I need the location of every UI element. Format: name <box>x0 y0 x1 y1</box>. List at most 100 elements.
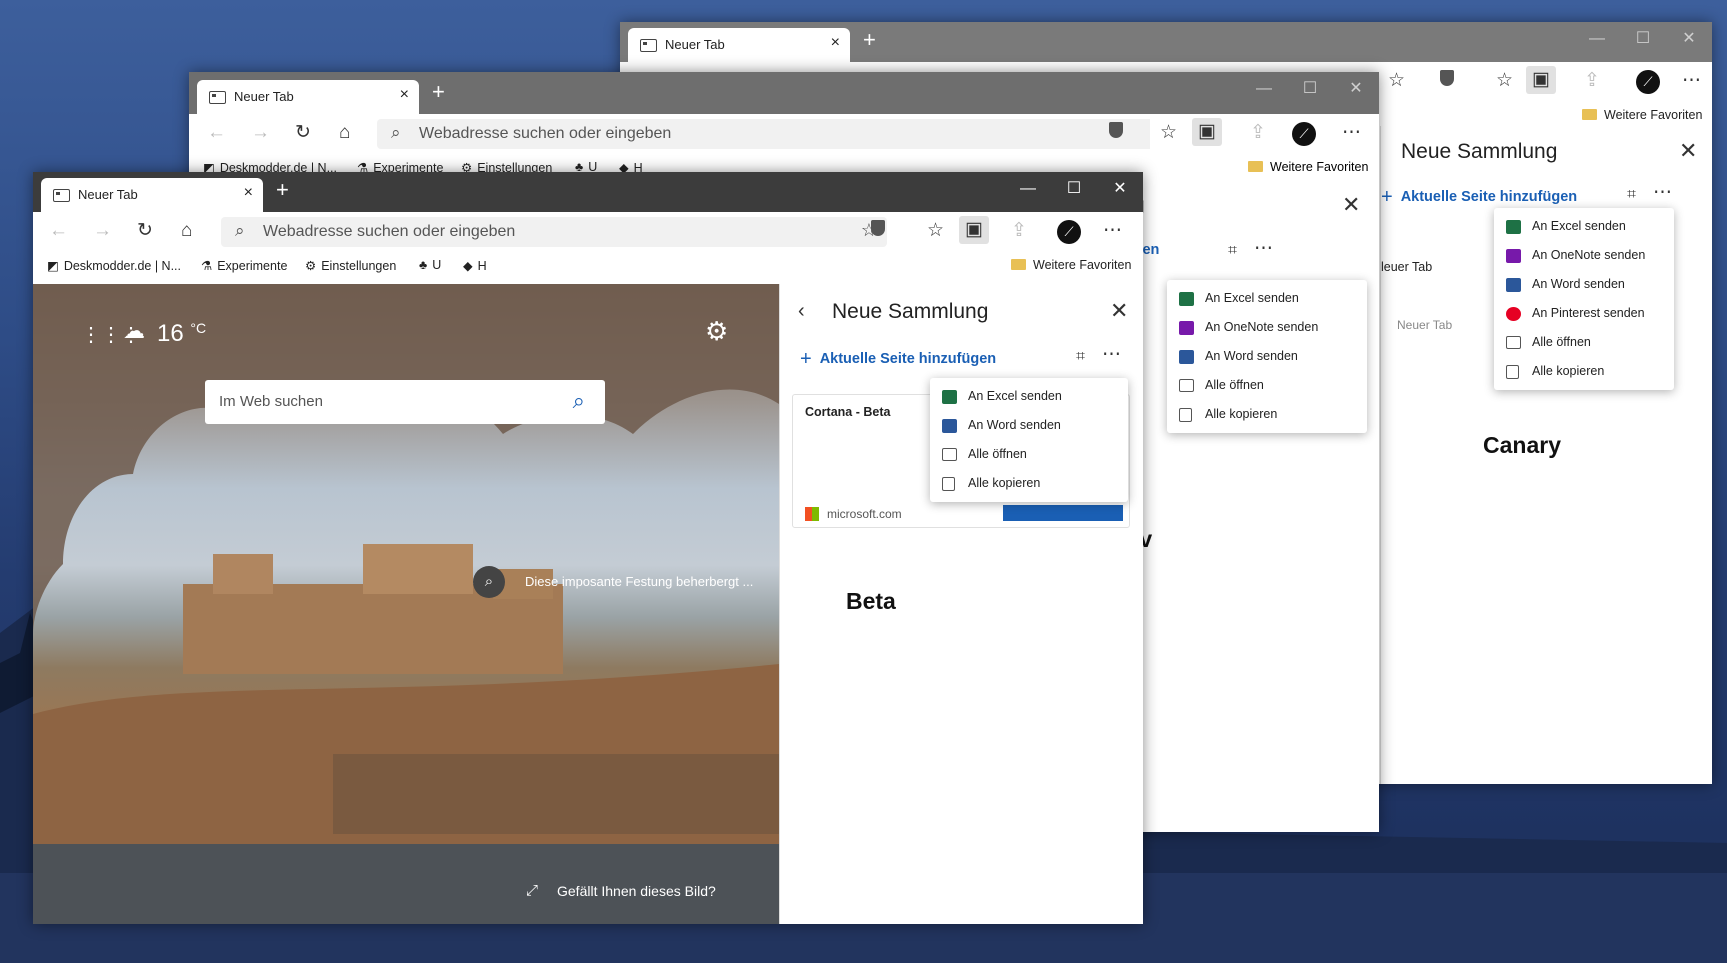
close-panel-icon[interactable]: ✕ <box>1342 192 1360 218</box>
menu-copy-all[interactable]: Alle kopieren <box>930 469 1128 498</box>
image-caption[interactable]: Diese imposante Festung beherbergt ... <box>525 574 753 589</box>
maximize-button[interactable]: ☐ <box>1620 22 1666 56</box>
search-icon[interactable]: ⌕ <box>573 388 585 414</box>
fav-deskmodder[interactable]: ◩ Deskmodder.de | N... <box>47 258 181 273</box>
menu-send-to-excel[interactable]: An Excel senden <box>930 382 1128 411</box>
profile-avatar[interactable]: ⟋ <box>1292 122 1316 146</box>
new-tab-button[interactable]: + <box>432 79 445 105</box>
tab-neuer-tab[interactable]: Neuer Tab × <box>41 178 263 212</box>
add-current-page-button[interactable]: + Aktuelle Seite hinzufügen <box>800 348 996 371</box>
forward-icon[interactable]: → <box>93 220 112 242</box>
menu-send-to-excel[interactable]: An Excel senden <box>1167 284 1367 313</box>
favorites-bar: ◩ Deskmodder.de | N... ⚗ Experimente ⚙ Eins… <box>33 252 1143 280</box>
menu-send-to-word[interactable]: An Word senden <box>930 411 1128 440</box>
beta-more-menu: An Excel senden An Word senden Alle öffn… <box>930 378 1128 502</box>
refresh-icon[interactable]: ↻ <box>137 220 153 242</box>
ublock-extension-icon[interactable] <box>1109 122 1123 144</box>
maximize-button[interactable]: ☐ <box>1287 72 1333 106</box>
favorite-star-icon[interactable]: ☆ <box>1388 70 1405 92</box>
maximize-button[interactable]: ☐ <box>1051 172 1097 206</box>
collections-button[interactable]: ▣ <box>1526 66 1556 94</box>
close-panel-icon[interactable]: ✕ <box>1679 138 1697 164</box>
fav-weitere-favoriten[interactable]: Weitere Favoriten <box>1011 258 1131 272</box>
share-icon[interactable]: ⇪ <box>1011 220 1027 242</box>
close-window-button[interactable]: ✕ <box>1097 172 1143 206</box>
share-icon[interactable]: ⇪ <box>1584 70 1600 92</box>
more-menu-icon[interactable]: ⋯ <box>1682 70 1701 92</box>
menu-send-to-word[interactable]: An Word senden <box>1167 342 1367 371</box>
fav-weitere-favoriten[interactable]: Weitere Favoriten <box>1582 108 1702 122</box>
more-menu-icon[interactable]: ⋯ <box>1103 220 1122 242</box>
menu-send-to-excel[interactable]: An Excel senden <box>1494 212 1674 241</box>
close-panel-icon[interactable]: ✕ <box>1110 298 1128 324</box>
close-tab-icon[interactable]: × <box>831 34 840 52</box>
more-options-icon[interactable]: ⋯ <box>1653 182 1672 204</box>
menu-open-all[interactable]: Alle öffnen <box>930 440 1128 469</box>
image-info-icon[interactable]: ⌕ <box>473 566 505 598</box>
onenote-icon <box>1506 249 1521 263</box>
profile-avatar[interactable]: ⟋ <box>1636 70 1660 94</box>
settings-gear-icon[interactable]: ⚙ <box>705 316 728 347</box>
fav-experimente[interactable]: ⚗ Experimente <box>201 258 287 273</box>
back-icon[interactable]: ← <box>207 122 226 144</box>
tab-page-icon <box>53 189 70 202</box>
title-bar: Neuer Tab × + — ☐ ✕ <box>33 172 1143 212</box>
expand-icon[interactable]: ⤢ <box>526 882 538 899</box>
collection-item-title[interactable]: leuer Tab <box>1381 260 1432 274</box>
note-icon[interactable]: ⌗ <box>1076 346 1085 368</box>
menu-send-to-onenote[interactable]: An OneNote senden <box>1167 313 1367 342</box>
minimize-button[interactable]: — <box>1005 172 1051 206</box>
menu-open-all[interactable]: Alle öffnen <box>1167 371 1367 400</box>
collections-button[interactable]: ▣ <box>1192 118 1222 146</box>
close-window-button[interactable]: ✕ <box>1666 22 1712 56</box>
dev-toolbar-right: ☆ ▣ ⇪ ⟋ ⋯ <box>1150 114 1379 154</box>
minimize-button[interactable]: — <box>1241 72 1287 106</box>
share-icon[interactable]: ⇪ <box>1250 122 1266 144</box>
note-icon[interactable]: ⌗ <box>1228 240 1237 262</box>
web-search-box[interactable]: Im Web suchen ⌕ <box>205 380 605 424</box>
menu-send-to-word[interactable]: An Word senden <box>1494 270 1674 299</box>
weather-temperature[interactable]: 16 °C <box>157 320 206 348</box>
ublock-extension-icon[interactable] <box>871 220 885 242</box>
home-icon[interactable]: ⌂ <box>339 122 350 144</box>
favorites-icon[interactable]: ☆ <box>1496 70 1513 92</box>
note-icon[interactable]: ⌗ <box>1627 184 1636 206</box>
fav-h[interactable]: ◆ H <box>463 258 487 273</box>
like-image-link[interactable]: Gefällt Ihnen dieses Bild? <box>557 883 716 899</box>
menu-send-to-pinterest[interactable]: An Pinterest senden <box>1494 299 1674 328</box>
fav-u[interactable]: ♣ U <box>419 258 441 272</box>
window-controls: — ☐ ✕ <box>1241 72 1379 106</box>
forward-icon[interactable]: → <box>251 122 270 144</box>
close-tab-icon[interactable]: × <box>244 184 253 202</box>
more-options-icon[interactable]: ⋯ <box>1254 238 1273 260</box>
menu-copy-all[interactable]: Alle kopieren <box>1167 400 1367 429</box>
card-title: Cortana - Beta <box>805 405 891 419</box>
menu-send-to-onenote[interactable]: An OneNote senden <box>1494 241 1674 270</box>
address-bar[interactable]: ⌕ Webadresse suchen oder eingeben ☆ <box>377 119 1269 149</box>
tab-neuer-tab[interactable]: Neuer Tab × <box>628 28 850 62</box>
back-arrow-icon[interactable]: ‹ <box>798 300 805 323</box>
menu-copy-all[interactable]: Alle kopieren <box>1494 357 1674 386</box>
add-current-page-button[interactable]: + Aktuelle Seite hinzufügen <box>1381 186 1577 209</box>
new-tab-button[interactable]: + <box>276 177 289 203</box>
favorites-icon[interactable]: ☆ <box>927 220 944 242</box>
back-icon[interactable]: ← <box>49 220 68 242</box>
new-tab-button[interactable]: + <box>863 27 876 53</box>
fav-weitere-favoriten[interactable]: Weitere Favoriten <box>1248 160 1368 174</box>
tab-neuer-tab[interactable]: Neuer Tab × <box>197 80 419 114</box>
collections-button[interactable]: ▣ <box>959 216 989 244</box>
home-icon[interactable]: ⌂ <box>181 220 192 242</box>
profile-avatar[interactable]: ⟋ <box>1057 220 1081 244</box>
fav-einstellungen[interactable]: ⚙ Einstellungen <box>305 258 396 273</box>
more-options-icon[interactable]: ⋯ <box>1102 344 1121 366</box>
ublock-extension-icon[interactable] <box>1440 70 1454 92</box>
close-window-button[interactable]: ✕ <box>1333 72 1379 106</box>
web-search-input[interactable]: Im Web suchen <box>219 393 323 410</box>
more-menu-icon[interactable]: ⋯ <box>1342 122 1361 144</box>
address-bar[interactable]: ⌕ Webadresse suchen oder eingeben ☆ <box>221 217 887 247</box>
refresh-icon[interactable]: ↻ <box>295 122 311 144</box>
close-tab-icon[interactable]: × <box>400 86 409 104</box>
minimize-button[interactable]: — <box>1574 22 1620 56</box>
menu-open-all[interactable]: Alle öffnen <box>1494 328 1674 357</box>
favorites-icon[interactable]: ☆ <box>1160 122 1177 144</box>
